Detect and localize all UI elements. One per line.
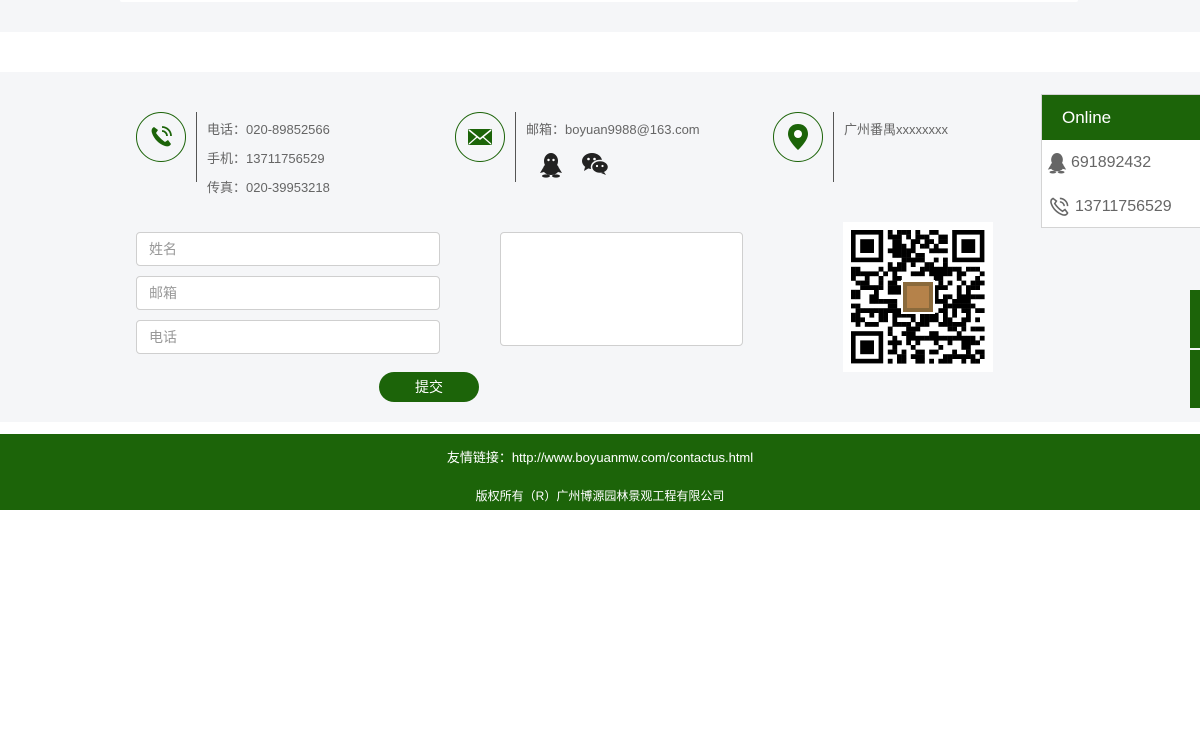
location-icon-circle	[773, 112, 823, 162]
location-pin-icon	[788, 124, 808, 150]
phone-input[interactable]	[136, 320, 440, 354]
qr-code-image	[851, 230, 985, 364]
phone-divider	[196, 112, 197, 182]
phone-number: 电话：020-89852566	[207, 122, 330, 137]
copyright-text: 版权所有（R）广州博源园林景观工程有限公司	[475, 489, 725, 503]
mail-icon-circle	[455, 112, 505, 162]
email-input[interactable]	[136, 276, 440, 310]
previous-section-band	[0, 0, 1200, 32]
qq-icon	[1047, 153, 1067, 174]
side-float-tab-2[interactable]	[1190, 350, 1200, 408]
friend-links[interactable]: 友情链接：http://www.boyuanmw.com/contactus.h…	[0, 447, 1200, 466]
mail-icon	[468, 129, 492, 145]
previous-section-edge	[120, 0, 1078, 2]
online-phone-number: 13711756529	[1075, 198, 1172, 215]
address-divider	[833, 112, 834, 182]
qq-icon[interactable]	[539, 152, 563, 178]
wechat-icon[interactable]	[581, 152, 609, 176]
contact-section: 电话：020-89852566 手机：13711756529 传真：020-39…	[0, 72, 1200, 422]
name-input[interactable]	[136, 232, 440, 266]
online-phone-row[interactable]: 13711756529	[1047, 195, 1172, 219]
phone-icon-circle	[136, 112, 186, 162]
side-float-tab-1[interactable]	[1190, 290, 1200, 348]
email-address: 邮箱：boyuan9988@163.com	[526, 122, 700, 137]
qr-code	[843, 222, 993, 372]
online-qq-row[interactable]: 691892432	[1047, 151, 1151, 175]
message-textarea[interactable]	[500, 232, 743, 346]
online-qq-number: 691892432	[1071, 154, 1152, 171]
address-text: 广州番禺xxxxxxxx	[844, 122, 949, 137]
phone-icon	[151, 126, 172, 147]
online-panel-title: Online	[1042, 95, 1200, 140]
fax-number: 传真：020-39953218	[207, 180, 330, 195]
phone-icon	[1050, 197, 1069, 216]
site-footer: 友情链接：http://www.boyuanmw.com/contactus.h…	[0, 434, 1200, 510]
email-divider	[515, 112, 516, 182]
mobile-number: 手机：13711756529	[207, 151, 325, 166]
online-panel: Online 691892432 13711756529	[1041, 94, 1200, 228]
submit-button[interactable]: 提交	[379, 372, 479, 402]
